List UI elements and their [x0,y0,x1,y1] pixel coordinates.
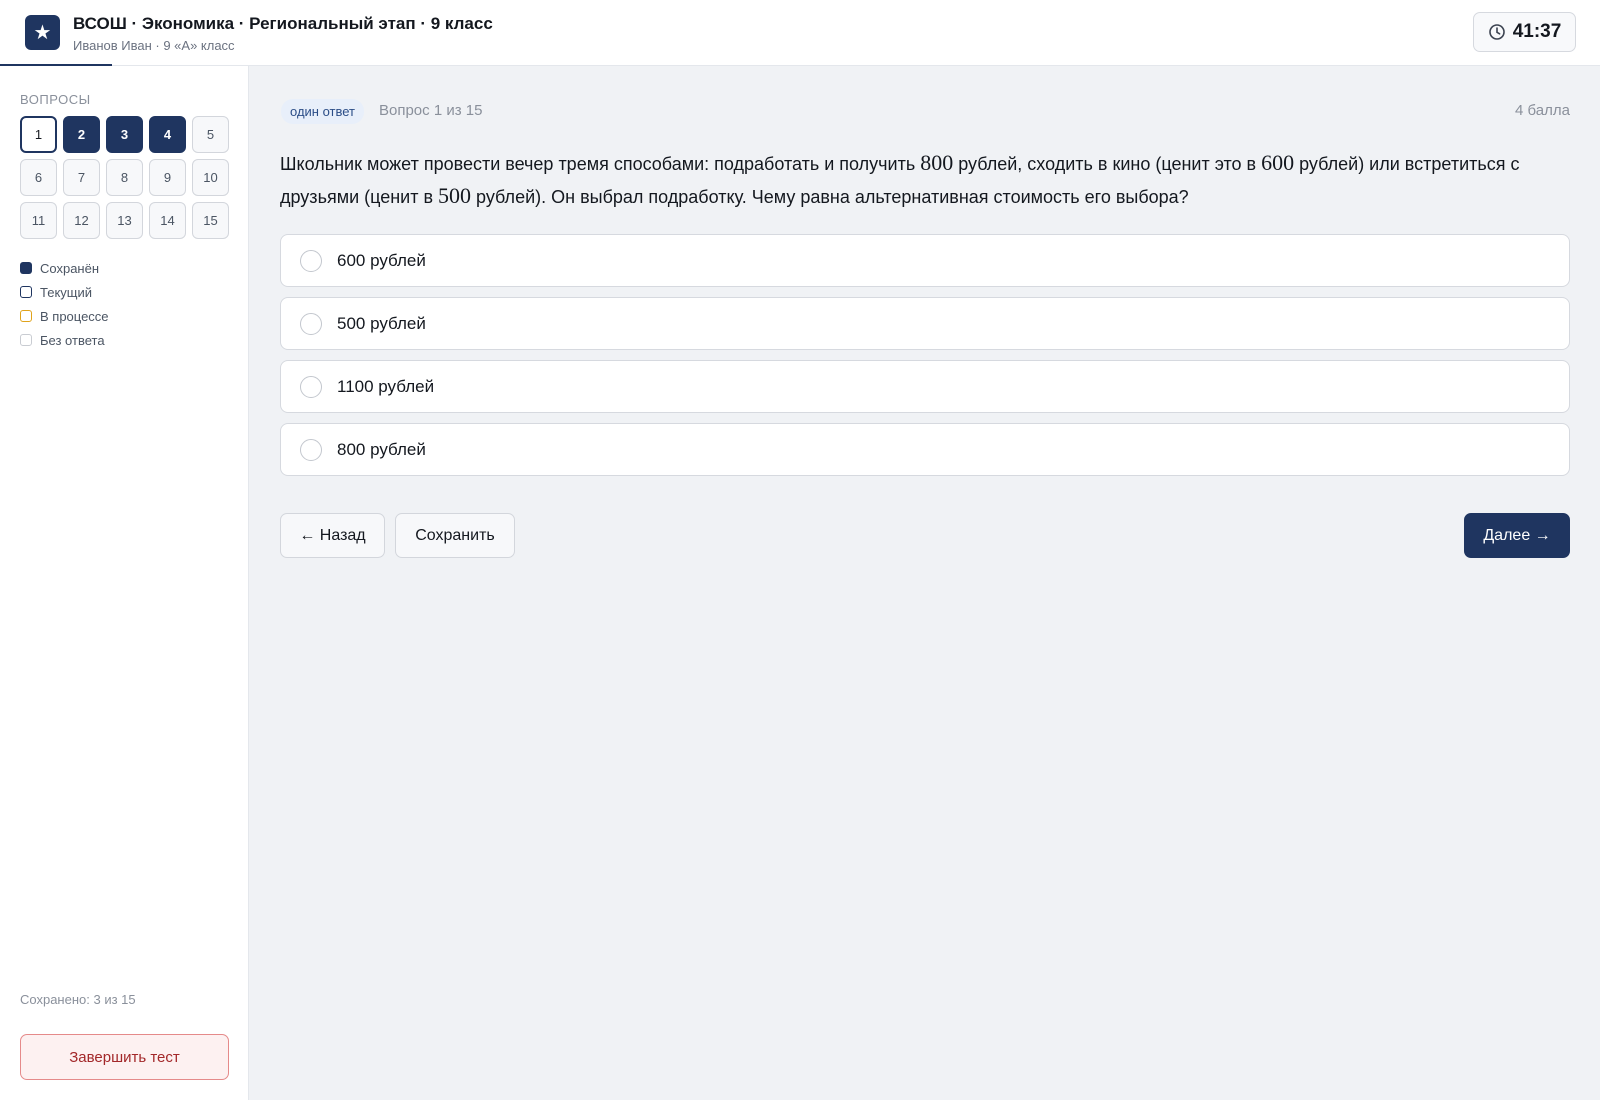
save-button[interactable]: Сохранить [395,513,515,558]
question-nav-button[interactable]: 3 [106,116,143,153]
question-nav-button[interactable]: 10 [192,159,229,196]
legend-label: Текущий [40,284,92,300]
question-nav-button[interactable]: 15 [192,202,229,239]
question-nav-button[interactable]: 12 [63,202,100,239]
question-grid: 1 2 3 4 5 6 7 8 9 10 11 12 13 14 15 [20,116,229,239]
timer-value: 41:37 [1512,21,1562,42]
status-legend: Сохранён Текущий В процессе Без ответа [20,256,109,352]
student-name: Иванов Иван · 9 «А» класс [73,38,235,53]
question-nav-button[interactable]: 7 [63,159,100,196]
radio-button[interactable] [300,249,322,272]
question-text-part: Школьник может провести вечер тремя спос… [280,154,921,174]
radio-button[interactable] [300,375,322,398]
legend-current: Текущий [20,280,109,304]
answer-option-1[interactable]: 600 рублей [280,234,1570,287]
answer-option-3[interactable]: 1100 рублей [280,360,1570,413]
answer-option-2[interactable]: 500 рублей [280,297,1570,350]
question-text-part: рублей, сходить в кино (ценит это в [953,154,1262,174]
question-number-value: 600 [1261,150,1295,175]
questions-heading: ВОПРОСЫ [20,92,91,107]
current-swatch [20,286,32,298]
saved-count: Сохранено: 3 из 15 [20,992,136,1007]
question-nav-button[interactable]: 9 [149,159,186,196]
timer: 41:37 [1473,12,1576,52]
question-nav-button[interactable]: 8 [106,159,143,196]
question-number: Вопрос 1 из 15 [379,102,483,119]
question-nav-button[interactable]: 14 [149,202,186,239]
no-answer-swatch [20,334,32,346]
legend-label: В процессе [40,308,109,324]
legend-label: Сохранён [40,260,100,276]
star-logo-icon: ★ [25,15,60,50]
answer-option-label: 1100 рублей [337,376,435,396]
question-nav-button[interactable]: 1 [20,116,57,153]
finish-test-button[interactable]: Завершить тест [20,1034,229,1080]
question-number-value: 800 [920,150,954,175]
question-text-part: рублей). Он выбрал подработку. Чему равн… [471,187,1189,207]
answer-option-label: 500 рублей [337,313,426,333]
question-nav-button[interactable]: 4 [149,116,186,153]
answer-option-label: 800 рублей [337,439,426,459]
radio-button[interactable] [300,312,322,335]
sidebar: ВОПРОСЫ 1 2 3 4 5 6 7 8 9 10 11 12 13 14 15 Сохранён Т… [0,66,249,1100]
question-number-value: 500 [438,183,472,208]
test-title: ВСОШ · Экономика · Региональный этап · 9… [73,14,493,33]
saved-swatch [20,262,32,274]
back-button[interactable]: ← Назад [280,513,385,558]
legend-in-progress: В процессе [20,304,109,328]
question-nav-button[interactable]: 5 [192,116,229,153]
question-type-badge: один ответ [281,99,364,124]
question-points: 4 балла [1515,102,1570,119]
question-nav-button[interactable]: 13 [106,202,143,239]
legend-no-answer: Без ответа [20,328,109,352]
question-nav-button[interactable]: 2 [63,116,100,153]
in-progress-swatch [20,310,32,322]
answer-option-4[interactable]: 800 рублей [280,423,1570,476]
legend-label: Без ответа [40,332,105,348]
question-nav-button[interactable]: 11 [20,202,57,239]
radio-button[interactable] [300,438,322,461]
clock-icon [1488,24,1505,40]
top-bar: ★ ВСОШ · Экономика · Региональный этап ·… [0,0,1600,66]
question-text: Школьник может провести вечер тремя спос… [280,147,1570,213]
question-nav-button[interactable]: 6 [20,159,57,196]
answer-option-label: 600 рублей [337,250,426,270]
legend-saved: Сохранён [20,256,109,280]
next-button[interactable]: Далее → [1464,513,1570,558]
